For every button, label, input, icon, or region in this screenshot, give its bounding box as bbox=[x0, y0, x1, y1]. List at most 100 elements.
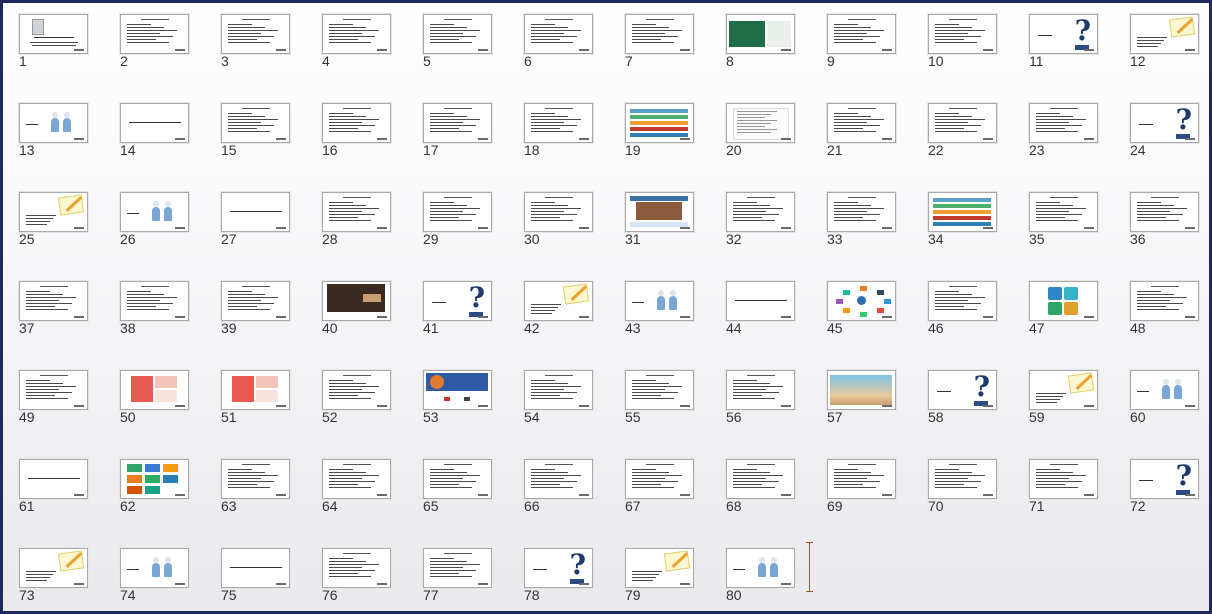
slide-thumbnail[interactable] bbox=[726, 459, 795, 499]
slide-thumbnail-cell[interactable]: 53 bbox=[421, 368, 522, 457]
slide-thumbnail[interactable] bbox=[322, 192, 391, 232]
slide-thumbnail-cell[interactable]: 74 bbox=[118, 546, 219, 611]
slide-thumbnail[interactable] bbox=[19, 281, 88, 321]
slide-thumbnail[interactable] bbox=[322, 548, 391, 588]
slide-thumbnail-cell[interactable]: 61 bbox=[17, 457, 118, 546]
slide-thumbnail[interactable] bbox=[19, 192, 88, 232]
slide-thumbnail-cell[interactable]: 14 bbox=[118, 101, 219, 190]
slide-thumbnail[interactable] bbox=[322, 459, 391, 499]
slide-thumbnail[interactable] bbox=[827, 103, 896, 143]
slide-thumbnail-cell[interactable]: 38 bbox=[118, 279, 219, 368]
slide-thumbnail[interactable] bbox=[1130, 281, 1199, 321]
slide-thumbnail[interactable] bbox=[120, 548, 189, 588]
slide-thumbnail[interactable] bbox=[19, 548, 88, 588]
slide-thumbnail-cell[interactable]: 6 bbox=[522, 12, 623, 101]
slide-thumbnail-cell[interactable]: 45 bbox=[825, 279, 926, 368]
slide-thumbnail-cell[interactable]: 36 bbox=[1128, 190, 1209, 279]
slide-thumbnail[interactable] bbox=[423, 548, 492, 588]
slide-thumbnail-cell[interactable]: 48 bbox=[1128, 279, 1209, 368]
slide-thumbnail-cell[interactable]: ? 58 bbox=[926, 368, 1027, 457]
slide-thumbnail[interactable] bbox=[423, 459, 492, 499]
slide-thumbnail[interactable]: ? bbox=[1130, 459, 1199, 499]
slide-thumbnail[interactable] bbox=[221, 103, 290, 143]
slide-thumbnail-cell[interactable]: 23 bbox=[1027, 101, 1128, 190]
slide-thumbnail-cell[interactable]: 68 bbox=[724, 457, 825, 546]
slide-thumbnail-cell[interactable]: 67 bbox=[623, 457, 724, 546]
slide-thumbnail-cell[interactable]: 7 bbox=[623, 12, 724, 101]
slide-thumbnail[interactable] bbox=[625, 281, 694, 321]
slide-thumbnail[interactable] bbox=[221, 370, 290, 410]
slide-thumbnail-cell[interactable]: 76 bbox=[320, 546, 421, 611]
slide-thumbnail-cell[interactable]: 57 bbox=[825, 368, 926, 457]
slide-thumbnail[interactable] bbox=[19, 103, 88, 143]
slide-thumbnail-cell[interactable]: 2 bbox=[118, 12, 219, 101]
slide-thumbnail-cell[interactable]: 47 bbox=[1027, 279, 1128, 368]
slide-thumbnail-cell[interactable]: 19 bbox=[623, 101, 724, 190]
slide-thumbnail[interactable] bbox=[625, 459, 694, 499]
slide-thumbnail[interactable] bbox=[827, 281, 896, 321]
slide-thumbnail[interactable] bbox=[322, 370, 391, 410]
slide-thumbnail[interactable]: ? bbox=[524, 548, 593, 588]
slide-thumbnail[interactable] bbox=[827, 370, 896, 410]
slide-thumbnail-cell[interactable]: 54 bbox=[522, 368, 623, 457]
slide-thumbnail[interactable] bbox=[726, 14, 795, 54]
slide-thumbnail-cell[interactable]: 26 bbox=[118, 190, 219, 279]
slide-thumbnail[interactable] bbox=[625, 103, 694, 143]
slide-thumbnail[interactable] bbox=[524, 459, 593, 499]
slide-thumbnail-cell[interactable]: 75 bbox=[219, 546, 320, 611]
slide-thumbnail[interactable] bbox=[928, 103, 997, 143]
slide-thumbnail-cell[interactable]: 12 bbox=[1128, 12, 1209, 101]
slide-thumbnail-cell[interactable]: 49 bbox=[17, 368, 118, 457]
slide-thumbnail-cell[interactable]: ? 72 bbox=[1128, 457, 1209, 546]
slide-thumbnail[interactable] bbox=[625, 370, 694, 410]
slide-thumbnail[interactable] bbox=[928, 459, 997, 499]
slide-thumbnail-cell[interactable]: 50 bbox=[118, 368, 219, 457]
slide-thumbnail[interactable] bbox=[726, 548, 795, 588]
slide-thumbnail[interactable] bbox=[423, 192, 492, 232]
slide-thumbnail-cell[interactable]: 64 bbox=[320, 457, 421, 546]
slide-thumbnail[interactable] bbox=[423, 370, 492, 410]
slide-thumbnail-cell[interactable]: 56 bbox=[724, 368, 825, 457]
slide-thumbnail-cell[interactable]: ? 41 bbox=[421, 279, 522, 368]
slide-thumbnail-cell[interactable]: 46 bbox=[926, 279, 1027, 368]
slide-thumbnail[interactable] bbox=[1130, 370, 1199, 410]
slide-thumbnail[interactable] bbox=[1029, 281, 1098, 321]
slide-thumbnail-cell[interactable]: 21 bbox=[825, 101, 926, 190]
slide-thumbnail[interactable] bbox=[423, 103, 492, 143]
slide-thumbnail-cell[interactable]: 17 bbox=[421, 101, 522, 190]
slide-thumbnail-cell[interactable]: 20 bbox=[724, 101, 825, 190]
slide-thumbnail-cell[interactable]: 37 bbox=[17, 279, 118, 368]
slide-thumbnail[interactable] bbox=[524, 14, 593, 54]
slide-thumbnail[interactable]: ? bbox=[1130, 103, 1199, 143]
slide-thumbnail-cell[interactable]: 16 bbox=[320, 101, 421, 190]
slide-thumbnail-cell[interactable]: 22 bbox=[926, 101, 1027, 190]
slide-thumbnail[interactable] bbox=[524, 281, 593, 321]
slide-thumbnail[interactable] bbox=[827, 459, 896, 499]
slide-thumbnail-cell[interactable]: 79 bbox=[623, 546, 724, 611]
slide-thumbnail[interactable] bbox=[928, 281, 997, 321]
slide-thumbnail-cell[interactable]: 63 bbox=[219, 457, 320, 546]
slide-thumbnail-cell[interactable]: 62 bbox=[118, 457, 219, 546]
slide-thumbnail-cell[interactable]: ? 78 bbox=[522, 546, 623, 611]
slide-thumbnail-cell[interactable]: 60 bbox=[1128, 368, 1209, 457]
slide-thumbnail[interactable] bbox=[120, 192, 189, 232]
slide-thumbnail-cell[interactable]: 34 bbox=[926, 190, 1027, 279]
slide-thumbnail-cell[interactable]: 39 bbox=[219, 279, 320, 368]
slide-thumbnail[interactable] bbox=[322, 103, 391, 143]
slide-thumbnail[interactable] bbox=[726, 103, 795, 143]
slide-thumbnail[interactable] bbox=[19, 14, 88, 54]
slide-thumbnail[interactable] bbox=[928, 192, 997, 232]
slide-thumbnail[interactable] bbox=[1029, 103, 1098, 143]
slide-thumbnail[interactable] bbox=[1029, 192, 1098, 232]
slide-thumbnail-cell[interactable]: 55 bbox=[623, 368, 724, 457]
slide-thumbnail[interactable] bbox=[120, 281, 189, 321]
slide-thumbnail[interactable] bbox=[726, 281, 795, 321]
slide-thumbnail[interactable]: ? bbox=[423, 281, 492, 321]
slide-thumbnail-cell[interactable]: 8 bbox=[724, 12, 825, 101]
slide-thumbnail[interactable] bbox=[524, 370, 593, 410]
slide-thumbnail-cell[interactable]: 18 bbox=[522, 101, 623, 190]
slide-thumbnail-cell[interactable]: 52 bbox=[320, 368, 421, 457]
slide-thumbnail[interactable] bbox=[221, 192, 290, 232]
slide-thumbnail-cell[interactable]: 65 bbox=[421, 457, 522, 546]
slide-thumbnail-cell[interactable]: 28 bbox=[320, 190, 421, 279]
